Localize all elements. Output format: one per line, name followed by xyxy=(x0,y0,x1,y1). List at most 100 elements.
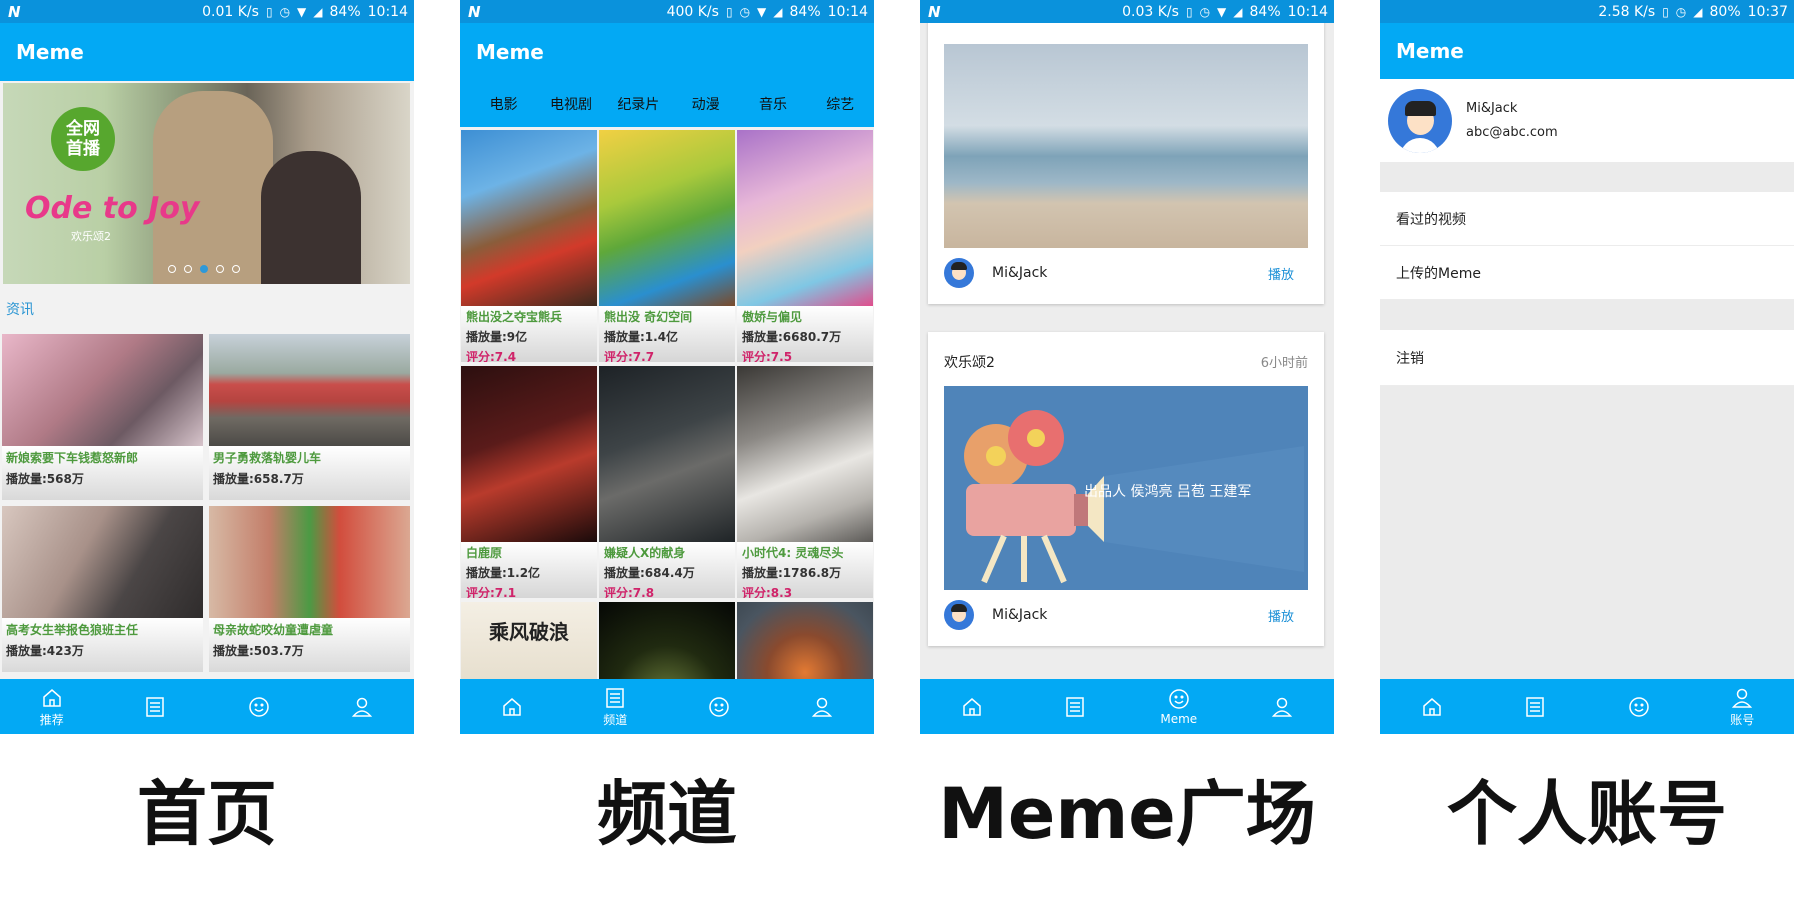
notification-icon: N xyxy=(928,2,941,21)
vibrate-icon: ▯ xyxy=(265,4,273,19)
movie-card[interactable]: 傲娇与偏见 播放量:6680.7万 评分:7.5 xyxy=(737,130,873,362)
battery-level: 84% xyxy=(329,3,361,20)
banner-carousel[interactable]: 全网 首播 Ode to Joy 欢乐颂2 xyxy=(3,83,410,284)
bottom-navigation: 频道 xyxy=(460,679,874,734)
carousel-dot[interactable] xyxy=(168,265,176,273)
news-plays: 播放量:568万 xyxy=(6,472,84,486)
nav-channel[interactable]: 频道 xyxy=(564,679,668,734)
movie-card[interactable]: 熊出没 奇幻空间 播放量:1.4亿 评分:7.7 xyxy=(599,130,735,362)
notification-icon: N xyxy=(8,2,21,21)
clock: 10:14 xyxy=(367,3,408,20)
carousel-dot[interactable] xyxy=(232,265,240,273)
nav-channel[interactable] xyxy=(1484,679,1588,734)
signal-icon: ◢ xyxy=(1233,4,1243,19)
movie-poster xyxy=(737,366,873,542)
nav-home[interactable] xyxy=(920,679,1024,734)
nav-home[interactable]: 推荐 xyxy=(0,679,104,734)
news-thumbnail xyxy=(2,334,203,446)
profile-name: Mi&Jack xyxy=(1466,101,1518,116)
carousel-dot-active[interactable] xyxy=(200,265,208,273)
movie-plays: 播放量:1.4亿 xyxy=(604,330,679,344)
nav-meme[interactable] xyxy=(667,679,771,734)
carousel-dot[interactable] xyxy=(216,265,224,273)
movie-poster xyxy=(599,366,735,542)
nav-channel[interactable] xyxy=(104,679,208,734)
news-card[interactable]: 新娘索要下车钱惹怒新郎 播放量:568万 xyxy=(2,334,203,500)
alarm-icon: ◷ xyxy=(279,4,291,19)
play-button[interactable]: 播放 xyxy=(1268,264,1294,283)
section-label-news: 资讯 xyxy=(6,302,34,318)
tab-tv[interactable]: 电视剧 xyxy=(537,94,604,114)
nav-channel-label: 频道 xyxy=(603,712,628,727)
movie-poster xyxy=(737,130,873,306)
meme-thumbnail[interactable]: 出品人 侯鸿亮 吕苞 王建军 xyxy=(944,386,1308,590)
nav-channel[interactable] xyxy=(1024,679,1128,734)
app-title: Meme xyxy=(460,23,874,81)
banner-badge-line: 首播 xyxy=(66,139,100,159)
tab-variety[interactable]: 综艺 xyxy=(807,94,874,114)
alarm-icon: ◷ xyxy=(739,4,751,19)
banner-figure xyxy=(261,151,361,284)
avatar[interactable] xyxy=(1388,88,1452,153)
news-card[interactable]: 高考女生举报色狼班主任 播放量:423万 xyxy=(2,506,203,672)
profile-header[interactable]: Mi&Jack abc@abc.com xyxy=(1380,79,1794,162)
tab-movies[interactable]: 电影 xyxy=(470,94,537,114)
signal-icon: ◢ xyxy=(1693,4,1703,19)
banner-subtitle: 欢乐颂2 xyxy=(71,230,111,243)
carousel-dot[interactable] xyxy=(184,265,192,273)
banner-figure xyxy=(153,91,273,284)
movie-title: 小时代4: 灵魂尽头 xyxy=(742,546,844,560)
avatar[interactable] xyxy=(944,600,974,630)
news-title: 新娘索要下车钱惹怒新郎 xyxy=(6,451,139,465)
movie-score: 评分:8.3 xyxy=(742,586,793,598)
tab-music[interactable]: 音乐 xyxy=(739,94,806,114)
caption-home: 首页 xyxy=(137,773,277,855)
nav-account[interactable]: 账号 xyxy=(1691,679,1794,734)
signal-icon: ◢ xyxy=(773,4,783,19)
caption-account: 个人账号 xyxy=(1447,773,1727,855)
network-speed: 400 K/s xyxy=(666,3,719,20)
menu-logout[interactable]: 注销 xyxy=(1380,330,1794,386)
movie-plays: 播放量:1.2亿 xyxy=(466,566,541,580)
avatar[interactable] xyxy=(944,258,974,288)
bottom-navigation: 推荐 xyxy=(0,679,414,734)
caption-channel: 频道 xyxy=(597,773,737,855)
list-icon xyxy=(1066,696,1084,717)
movie-card[interactable]: 嫌疑人X的献身 播放量:684.4万 评分:7.8 xyxy=(599,366,735,598)
movie-plays: 播放量:1786.8万 xyxy=(742,566,842,580)
nav-account[interactable] xyxy=(1231,679,1335,734)
notification-icon: N xyxy=(468,2,481,21)
menu-uploaded-memes[interactable]: 上传的Meme xyxy=(1380,246,1794,300)
nav-account[interactable] xyxy=(311,679,415,734)
news-thumbnail xyxy=(2,506,203,618)
nav-home[interactable] xyxy=(1380,679,1484,734)
meme-user: Mi&Jack xyxy=(992,265,1048,281)
movie-card[interactable]: 熊出没之夺宝熊兵 播放量:9亿 评分:7.4 xyxy=(461,130,597,362)
movie-poster xyxy=(461,130,597,306)
tab-documentary[interactable]: 纪录片 xyxy=(605,94,672,114)
meme-card[interactable]: Mi&Jack 播放 xyxy=(928,0,1324,304)
nav-meme[interactable] xyxy=(1587,679,1691,734)
carousel-indicator[interactable] xyxy=(168,265,240,273)
movie-score: 评分:7.7 xyxy=(604,350,655,362)
movie-score: 评分:7.5 xyxy=(742,350,793,362)
meme-thumbnail[interactable] xyxy=(944,44,1308,248)
news-card[interactable]: 男子勇救落轨婴儿车 播放量:658.7万 xyxy=(209,334,410,500)
tab-anime[interactable]: 动漫 xyxy=(672,94,739,114)
news-plays: 播放量:503.7万 xyxy=(213,644,304,658)
movie-card[interactable]: 小时代4: 灵魂尽头 播放量:1786.8万 评分:8.3 xyxy=(737,366,873,598)
movie-card[interactable]: 白鹿原 播放量:1.2亿 评分:7.1 xyxy=(461,366,597,598)
nav-account[interactable] xyxy=(771,679,875,734)
menu-watched-videos[interactable]: 看过的视频 xyxy=(1380,192,1794,246)
home-icon xyxy=(503,697,521,716)
user-icon xyxy=(1272,697,1293,717)
status-bar: N 0.01 K/s ▯ ◷ ▼ ◢ 84% 10:14 xyxy=(0,0,414,23)
phone-home: N 0.01 K/s ▯ ◷ ▼ ◢ 84% 10:14 Meme 全网 首播 … xyxy=(0,0,414,734)
news-card[interactable]: 母亲故蛇咬幼童遭虐童 播放量:503.7万 xyxy=(209,506,410,672)
meme-card[interactable]: 欢乐颂2 6小时前 出品人 侯鸿亮 吕苞 王建军 Mi&Jack 播放 xyxy=(928,332,1324,646)
nav-meme[interactable]: Meme xyxy=(1127,679,1231,734)
news-plays: 播放量:423万 xyxy=(6,644,84,658)
nav-meme[interactable] xyxy=(207,679,311,734)
nav-home[interactable] xyxy=(460,679,564,734)
play-button[interactable]: 播放 xyxy=(1268,606,1294,625)
